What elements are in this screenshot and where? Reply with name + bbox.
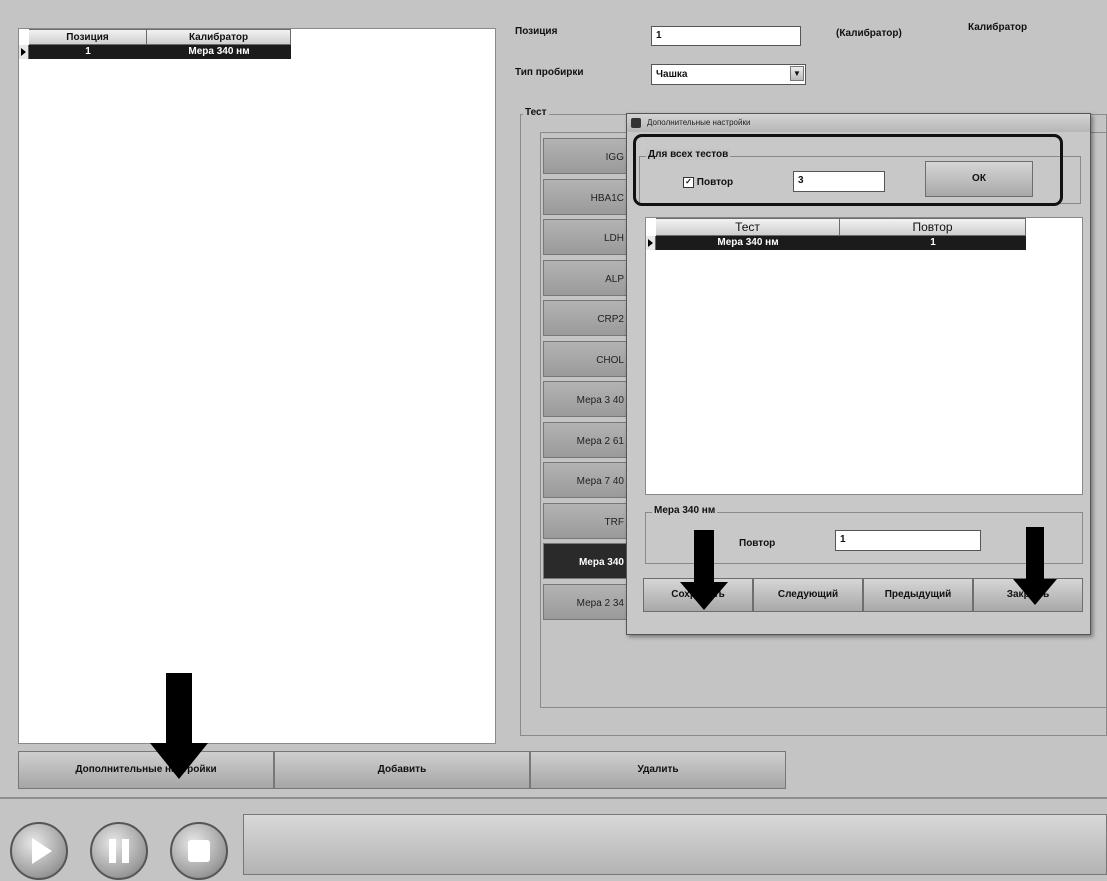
row-pointer-icon	[646, 236, 656, 250]
test-tab[interactable]: Мера 340	[543, 543, 633, 579]
divider	[0, 797, 1107, 799]
checkmark-icon[interactable]: ✓	[683, 177, 694, 188]
play-icon	[32, 838, 52, 864]
tube-type-select[interactable]: Чашка ▼	[651, 64, 806, 85]
calibrator-list-panel: Позиция Калибратор 1 Мера 340 нм	[18, 28, 496, 744]
next-button[interactable]: Следующий	[753, 578, 863, 612]
test-tab[interactable]: TRF	[543, 503, 633, 539]
tube-type-value: Чашка	[656, 69, 688, 80]
test-tab[interactable]: CHOL	[543, 341, 633, 377]
column-header-position[interactable]: Позиция	[29, 29, 147, 45]
app-icon	[631, 118, 641, 128]
dropdown-arrow-icon[interactable]: ▼	[790, 66, 804, 81]
pause-button[interactable]	[90, 822, 148, 880]
test-tab[interactable]: Мера 3 40	[543, 381, 633, 417]
annotation-arrow-close	[1013, 527, 1057, 605]
detail-repeat-input[interactable]: 1	[835, 530, 981, 551]
test-tab[interactable]: Мера 7 40	[543, 462, 633, 498]
detail-group-title: Мера 340 нм	[652, 505, 718, 516]
stop-icon	[188, 840, 210, 862]
stop-button[interactable]	[170, 822, 228, 880]
test-tab[interactable]: HBA1C	[543, 179, 633, 215]
test-tab[interactable]: LDH	[543, 219, 633, 255]
calibrator-paren-label: (Калибратор)	[836, 28, 902, 39]
pause-icon	[109, 839, 129, 863]
test-group-title: Тест	[523, 107, 549, 118]
ok-button[interactable]: ОК	[925, 161, 1033, 197]
repeat-all-checkbox[interactable]: ✓ Повтор	[683, 177, 733, 188]
prev-button[interactable]: Предыдущий	[863, 578, 973, 612]
column-header-calibrator[interactable]: Калибратор	[147, 29, 291, 45]
detail-repeat-label: Повтор	[739, 538, 776, 549]
test-tab[interactable]: Мера 2 34	[543, 584, 633, 620]
delete-button[interactable]: Удалить	[530, 751, 786, 789]
cell-test[interactable]: Мера 340 нм	[656, 236, 840, 250]
status-bar	[243, 814, 1107, 875]
add-button[interactable]: Добавить	[274, 751, 530, 789]
position-label: Позиция	[515, 26, 558, 37]
test-tab[interactable]: ALP	[543, 260, 633, 296]
annotation-arrow-extra-settings	[150, 673, 208, 779]
dialog-title: Дополнительные настройки	[647, 118, 751, 127]
calibrator-label: Калибратор	[968, 22, 1028, 33]
cell-position[interactable]: 1	[29, 45, 147, 59]
extra-settings-button[interactable]: Дополнительные настройки	[18, 751, 274, 789]
play-button[interactable]	[10, 822, 68, 880]
column-header-test[interactable]: Тест	[656, 218, 840, 236]
test-tab[interactable]: IGG	[543, 138, 633, 174]
cell-repeat[interactable]: 1	[840, 236, 1026, 250]
test-tab[interactable]: CRP2	[543, 300, 633, 336]
test-tab[interactable]: Мера 2 61	[543, 422, 633, 458]
column-header-repeat[interactable]: Повтор	[840, 218, 1026, 236]
repeat-grid: Тест Повтор Мера 340 нм 1	[645, 217, 1083, 495]
position-input[interactable]: 1	[651, 26, 801, 46]
cell-calibrator[interactable]: Мера 340 нм	[147, 45, 291, 59]
repeat-all-input[interactable]: 3	[793, 171, 885, 192]
repeat-all-label: Повтор	[696, 177, 734, 189]
dialog-titlebar[interactable]: Дополнительные настройки	[627, 114, 1090, 132]
row-pointer-icon	[19, 45, 29, 59]
annotation-arrow-save	[680, 530, 728, 610]
tube-type-label: Тип пробирки	[515, 67, 584, 78]
